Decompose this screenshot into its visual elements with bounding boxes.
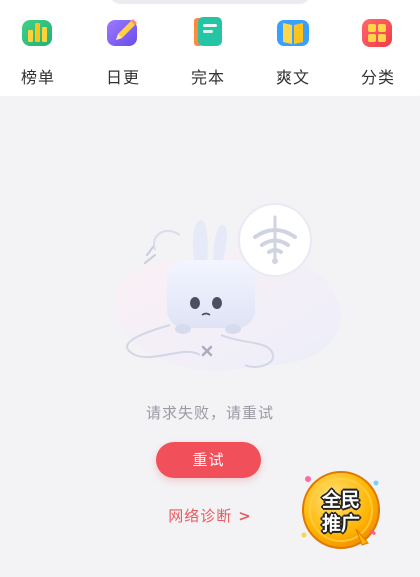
promo-line2: 推广	[321, 513, 360, 535]
bar-chart-icon	[22, 20, 52, 46]
nav-item-hot-novels[interactable]: 爽文	[251, 14, 335, 88]
book-icon	[194, 17, 222, 46]
nav-item-categories[interactable]: 分类	[336, 14, 420, 88]
nav-label: 完本	[190, 68, 225, 87]
pen-icon	[107, 19, 137, 46]
chevron-right-icon: >	[238, 507, 252, 525]
network-error-illustration	[113, 203, 341, 371]
nav-label: 榜单	[20, 68, 55, 87]
top-arc-decoration	[110, 0, 310, 4]
nav-item-daily-update[interactable]: 日更	[81, 14, 165, 88]
grid-icon	[362, 19, 392, 47]
retry-button[interactable]: 重试	[156, 442, 261, 478]
nav-item-completed[interactable]: 完本	[166, 14, 250, 88]
error-message: 请求失败，请重试	[145, 404, 274, 422]
promo-line1: 全民	[321, 489, 360, 511]
nav-label: 分类	[360, 68, 395, 87]
nav-item-rankings[interactable]: 榜单	[0, 14, 80, 88]
open-book-icon	[277, 20, 309, 46]
network-diagnose-link[interactable]: 网络诊断 >	[150, 505, 270, 526]
top-navigation: 榜单 日更 完本 爽文 分类	[0, 0, 420, 96]
nav-label: 爽文	[275, 68, 310, 87]
nav-label: 日更	[105, 68, 140, 87]
promotion-floating-badge[interactable]: 全民 推广	[296, 465, 386, 555]
diagnose-label: 网络诊断	[168, 507, 233, 525]
